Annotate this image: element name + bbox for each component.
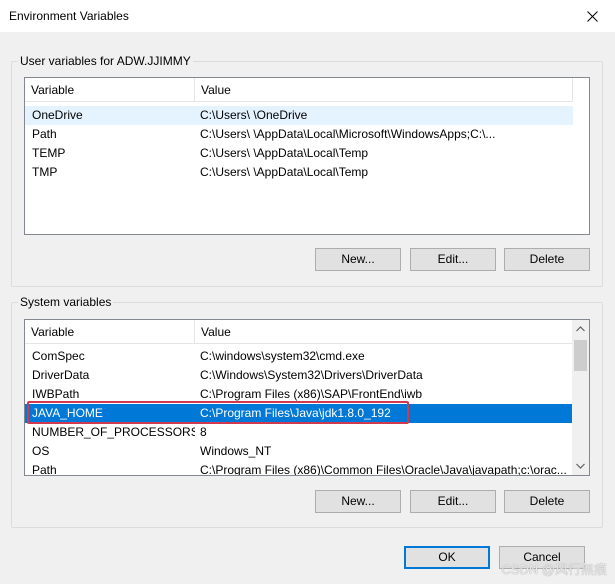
table-row[interactable]: TEMP C:\Users\ \AppData\Local\Temp [25,144,573,163]
table-row[interactable]: NUMBER_OF_PROCESSORS 8 [25,423,573,442]
column-header-variable[interactable]: Variable [25,78,195,102]
table-row[interactable]: DriverData C:\Windows\System32\Drivers\D… [25,366,573,385]
table-row[interactable]: OneDrive C:\Users\ \OneDrive [25,106,573,125]
chevron-up-icon [576,325,585,331]
system-edit-button[interactable]: Edit... [410,490,496,513]
column-header-variable[interactable]: Variable [25,320,195,344]
variable-cell: TEMP [32,146,66,160]
table-row[interactable]: TMP C:\Users\ \AppData\Local\Temp [25,163,573,182]
list-header: Variable Value [25,78,573,102]
system-variables-list[interactable]: Variable Value ComSpec C:\windows\system… [24,319,590,476]
chevron-down-icon [576,463,585,469]
value-cell: C:\Users\ \AppData\Local\Microsoft\Windo… [200,127,496,141]
variable-cell: Path [32,127,57,141]
user-delete-button[interactable]: Delete [504,248,590,271]
value-cell: 8 [200,425,207,439]
table-row[interactable]: OS Windows_NT [25,442,573,461]
close-icon [586,10,598,22]
variable-cell: ComSpec [32,349,85,363]
value-cell: C:\windows\system32\cmd.exe [200,349,365,363]
scroll-thumb[interactable] [574,340,587,371]
value-cell: Windows_NT [200,444,272,458]
close-button[interactable] [569,0,615,32]
value-cell: C:\Users\ \OneDrive [200,108,308,122]
column-header-value[interactable]: Value [195,78,573,102]
column-header-value[interactable]: Value [195,320,573,344]
dialog-body: User variables for ADW.JJIMMY Variable V… [0,32,615,584]
variable-cell: DriverData [32,368,90,382]
user-new-button[interactable]: New... [315,248,401,271]
ok-button[interactable]: OK [404,546,490,569]
variable-cell: NUMBER_OF_PROCESSORS [32,425,195,439]
scroll-down-button[interactable] [572,457,589,474]
variable-cell: OS [32,444,50,458]
system-new-button[interactable]: New... [315,490,401,513]
scroll-up-button[interactable] [572,320,589,337]
value-cell: C:\Users\ \AppData\Local\Temp [200,165,369,179]
title-bar: Environment Variables [0,0,615,32]
highlight-annotation [27,401,409,424]
variable-cell: OneDrive [32,108,83,122]
variable-cell: TMP [32,165,58,179]
user-variables-label: User variables for ADW.JJIMMY [18,54,193,68]
user-edit-button[interactable]: Edit... [410,248,496,271]
variable-cell: Path [32,463,57,476]
system-delete-button[interactable]: Delete [504,490,590,513]
system-list-scrollbar[interactable] [572,320,589,475]
system-variables-label: System variables [18,295,114,309]
value-cell: C:\Program Files (x86)\Common Files\Orac… [200,463,567,476]
user-variables-list[interactable]: Variable Value OneDrive C:\Users\ \OneDr… [24,77,590,235]
window-title: Environment Variables [9,9,129,23]
value-cell: C:\Users\ \AppData\Local\Temp [200,146,369,160]
table-row[interactable]: Path C:\Users\ \AppData\Local\Microsoft\… [25,125,573,144]
list-header: Variable Value [25,320,573,344]
table-row[interactable]: ComSpec C:\windows\system32\cmd.exe [25,347,573,366]
table-row[interactable]: Path C:\Program Files (x86)\Common Files… [25,461,573,476]
value-cell: C:\Windows\System32\Drivers\DriverData [200,368,423,382]
watermark-text: CSDN @风行無痕 [501,562,607,577]
